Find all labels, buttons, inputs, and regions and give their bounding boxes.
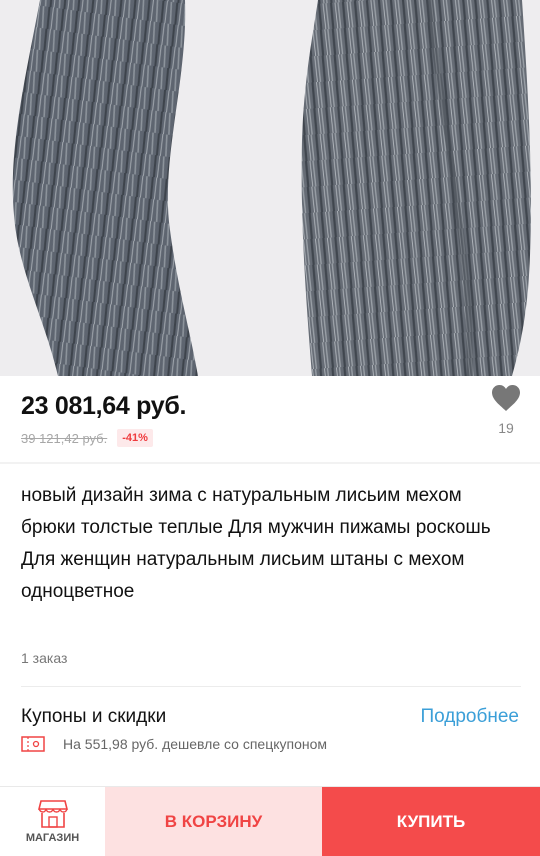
bottom-action-bar: МАГАЗИН В КОРЗИНУ КУПИТЬ (0, 786, 540, 856)
orders-count: 1 заказ (21, 650, 68, 666)
coupon-note: На 551,98 руб. дешевле со спецкупоном (63, 736, 328, 752)
store-icon (37, 799, 68, 828)
product-image[interactable] (0, 0, 540, 376)
heart-icon (492, 385, 520, 411)
wishlist-button[interactable]: 19 (485, 384, 527, 446)
product-title: новый дизайн зима с натуральным лисьим м… (21, 485, 491, 602)
divider (0, 462, 540, 464)
fur-pants-photo (12, 0, 531, 376)
old-price-row: 39 121,42 руб. -41% (21, 429, 153, 447)
divider (21, 686, 521, 687)
coupons-details-link[interactable]: Подробнее (420, 706, 519, 728)
store-label: МАГАЗИН (25, 831, 80, 844)
store-button[interactable]: МАГАЗИН (0, 787, 105, 856)
buy-now-button[interactable]: КУПИТЬ (322, 787, 540, 856)
old-price: 39 121,42 руб. (21, 430, 108, 446)
discount-badge: -41% (117, 429, 153, 447)
add-to-cart-button[interactable]: В КОРЗИНУ (105, 787, 322, 856)
coupon-icon (21, 736, 45, 752)
current-price: 23 081,64 руб. (21, 392, 187, 420)
coupons-title: Купоны и скидки (21, 706, 167, 727)
likes-count: 19 (498, 420, 514, 436)
coupon-row[interactable]: На 551,98 руб. дешевле со спецкупоном (21, 736, 327, 752)
